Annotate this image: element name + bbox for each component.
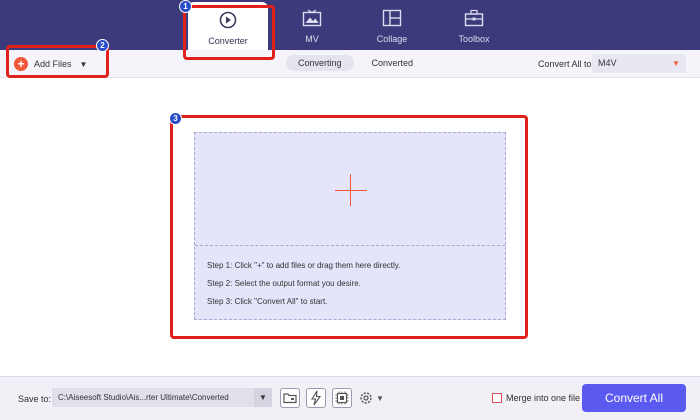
merge-label: Merge into one file [506,393,581,403]
checkbox-box[interactable] [492,393,502,403]
convert-all-button[interactable]: Convert All [582,384,686,412]
chevron-down-icon[interactable]: ▼ [254,388,272,407]
tab-toolbox[interactable]: Toolbox [434,0,514,50]
gear-icon [360,392,372,404]
collage-icon [382,9,402,27]
annotation-badge-3: 3 [169,112,182,125]
instruction-steps: Step 1: Click "+" to add files or drag t… [207,261,400,315]
output-format-select[interactable]: M4V ▼ [592,54,686,73]
annotation-badge-2: 2 [96,39,109,52]
tab-converter-label: Converter [208,36,248,46]
folder-icon [283,393,297,404]
save-path-field[interactable]: C:\Aiseesoft Studio\Ais...rter Ultimate\… [52,388,272,407]
add-files-button[interactable]: + Add Files ▼ [14,54,87,74]
output-format-value: M4V [598,58,617,68]
converter-icon [219,11,237,29]
mv-icon [302,9,322,27]
chevron-down-icon: ▼ [376,393,384,403]
tab-converting[interactable]: Converting [286,55,354,71]
chevron-down-icon[interactable]: ▼ [80,60,88,69]
tab-mv-label: MV [305,34,319,44]
drop-zone-divider [195,245,505,246]
tab-converted[interactable]: Converted [360,55,426,71]
step-3-text: Step 3: Click "Convert All" to start. [207,297,328,306]
lightning-icon [311,390,322,406]
toolbox-icon [464,9,484,27]
hardware-acceleration-button[interactable] [306,388,326,408]
step-1-text: Step 1: Click "+" to add files or drag t… [207,261,401,270]
add-icon: + [14,57,28,71]
tab-mv[interactable]: MV [272,0,352,50]
cpu-chip-icon [335,391,349,405]
save-to-label: Save to: [18,394,52,404]
open-folder-button[interactable] [280,388,300,408]
file-drop-zone[interactable]: Step 1: Click "+" to add files or drag t… [194,132,506,320]
converter-toolbar: + Add Files ▼ Converting Converted Conve… [0,50,700,78]
tab-collage-label: Collage [376,34,408,44]
step-2-text: Step 2: Select the output format you des… [207,279,361,288]
mode-switch: Converting Converted [286,55,425,71]
tab-converter[interactable]: Converter [188,2,268,50]
save-path-value: C:\Aiseesoft Studio\Ais...rter Ultimate\… [58,393,229,402]
add-files-label: Add Files [34,59,72,69]
convert-all-label: Convert All to: [538,59,595,69]
settings-button[interactable]: ▼ [358,388,390,408]
chevron-down-icon: ▼ [672,59,680,68]
tab-collage[interactable]: Collage [352,0,432,50]
merge-into-one-file-checkbox[interactable]: Merge into one file [492,393,580,403]
annotation-badge-1: 1 [179,0,192,13]
converter-panel: + Add Files ▼ Converting Converted Conve… [0,50,700,420]
gpu-acceleration-button[interactable] [332,388,352,408]
footer-bar: Save to: C:\Aiseesoft Studio\Ais...rter … [0,376,700,420]
tab-toolbox-label: Toolbox [458,34,490,44]
add-file-plus-icon-bar[interactable] [335,190,367,191]
